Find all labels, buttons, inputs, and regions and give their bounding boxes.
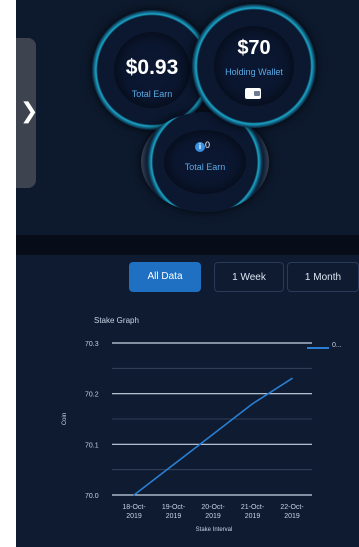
x-tick-label: 20-Oct- — [201, 504, 225, 511]
x-tick-label: 2019 — [245, 513, 261, 520]
side-drawer-handle[interactable]: ❯ — [16, 38, 39, 188]
chevron-right-icon: ❯ — [20, 98, 39, 123]
total-earn-label: Total Earn — [131, 89, 173, 99]
holding-wallet-gauge: $70 Holding Wallet — [192, 4, 316, 128]
data-point — [172, 463, 175, 466]
app-window: $0.93 Total Earn $70 Holding Wallet i 0 … — [16, 0, 359, 547]
x-tick-label: 22-Oct- — [280, 504, 304, 511]
x-tick-label: 2019 — [284, 513, 300, 520]
x-tick-label: 21-Oct- — [241, 504, 265, 511]
series-line — [133, 377, 293, 496]
data-point — [291, 377, 293, 380]
y-tick-label: 70.0 — [85, 493, 99, 500]
data-point — [212, 433, 214, 435]
x-tick-label: 2019 — [166, 513, 182, 520]
y-tick-label: 70.3 — [85, 341, 99, 348]
x-tick-label: 2019 — [126, 513, 142, 520]
section-divider — [16, 235, 359, 255]
wallet-icon[interactable] — [245, 88, 261, 99]
data-point — [251, 403, 254, 405]
y-axis-title: Coin — [62, 413, 68, 425]
x-tick-label: 2019 — [205, 513, 221, 520]
holding-wallet-label: Holding Wallet — [225, 67, 283, 77]
y-tick-label: 70.2 — [85, 392, 99, 399]
holding-wallet-value: $70 — [237, 37, 271, 59]
total-earn-info-label: Total Earn — [184, 162, 226, 172]
total-earn-count: 0 — [205, 140, 211, 150]
x-tick-label: 18-Oct- — [122, 504, 146, 511]
x-tick-label: 19-Oct- — [162, 504, 186, 511]
x-axis-title: Stake Interval — [196, 527, 233, 533]
stake-line-chart: 70.0 70.1 70.2 70.3 18-Oct- 2019 19-Oct- 2019 20… — [62, 341, 312, 533]
gauges-panel: $0.93 Total Earn $70 Holding Wallet i 0 … — [16, 0, 359, 235]
data-point — [133, 494, 135, 496]
info-icon[interactable]: i — [195, 142, 205, 152]
y-tick-label: 70.1 — [85, 442, 99, 449]
